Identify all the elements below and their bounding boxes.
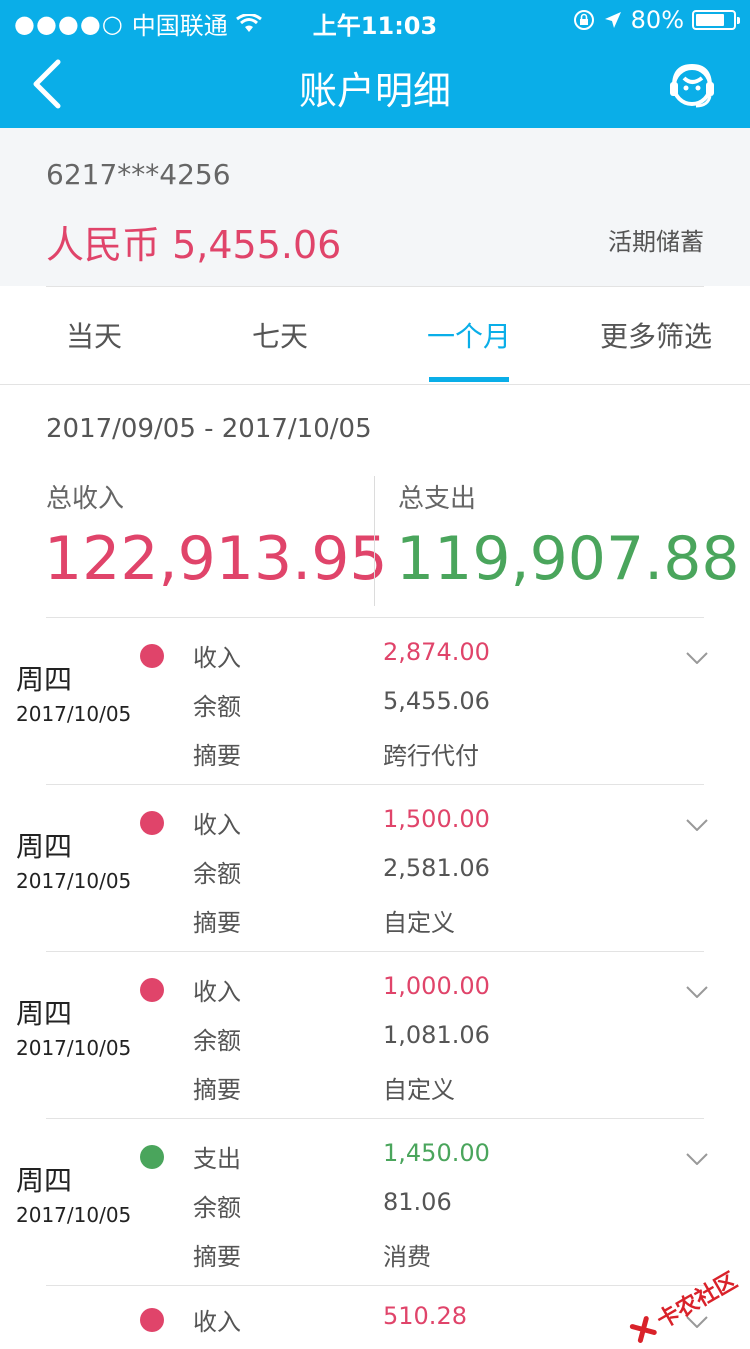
memo-label: 摘要 <box>193 909 241 937</box>
balance-label: 余额 <box>193 1027 241 1055</box>
total-income-label: 总收入 <box>46 484 125 514</box>
amount-value: 1,450.00 <box>383 1139 490 1167</box>
battery-fill <box>696 14 724 26</box>
total-income-value: 122,913.95 <box>44 524 388 594</box>
chevron-down-icon[interactable] <box>686 1153 708 1165</box>
weekday: 周四 <box>16 1164 73 1197</box>
chevron-down-icon[interactable] <box>686 652 708 664</box>
weekday: 周四 <box>16 663 73 696</box>
battery-percent: 80% <box>630 6 684 34</box>
transaction-date: 2017/10/05 <box>16 869 132 893</box>
tab-seven-days[interactable]: 七天 <box>226 315 334 355</box>
type-label: 收入 <box>193 1308 241 1336</box>
nav-bar: 账户明细 <box>0 40 750 128</box>
amount-value: 510.28 <box>383 1302 467 1330</box>
income-dot-icon <box>140 811 164 835</box>
balance-value: 81.06 <box>383 1188 452 1216</box>
active-tab-indicator <box>429 377 509 382</box>
type-label: 收入 <box>193 811 241 839</box>
amount-value: 2,874.00 <box>383 638 490 666</box>
memo-value: 消费 <box>383 1243 431 1271</box>
tab-one-month[interactable]: 一个月 <box>412 315 526 355</box>
watermark-logo-icon <box>629 1316 657 1343</box>
chevron-down-icon[interactable] <box>686 819 708 831</box>
balance-value: 5,455.06 <box>383 687 490 715</box>
battery-icon <box>692 10 740 30</box>
tab-more-filters[interactable]: 更多筛选 <box>596 315 716 355</box>
transaction-date: 2017/10/05 <box>16 1203 132 1227</box>
chevron-down-icon[interactable] <box>686 986 708 998</box>
type-label: 支出 <box>193 1145 241 1173</box>
customer-service-icon[interactable] <box>664 58 720 114</box>
income-dot-icon <box>140 644 164 668</box>
amount-value: 1,000.00 <box>383 972 490 1000</box>
account-number: 6217***4256 <box>46 158 231 191</box>
transaction-date: 2017/10/05 <box>16 1036 132 1060</box>
transaction-row[interactable]: 周四 2017/10/05 支出 1,450.00 余额 81.06 摘要 消费 <box>0 1119 750 1286</box>
account-card: 6217***4256 人民币 5,455.06 活期储蓄 <box>0 128 750 286</box>
amount-value: 1,500.00 <box>383 805 490 833</box>
page-title: 账户明细 <box>298 69 451 113</box>
expense-dot-icon <box>140 1145 164 1169</box>
memo-label: 摘要 <box>193 1243 241 1271</box>
transaction-row[interactable]: 周四 2017/10/05 收入 2,874.00 余额 5,455.06 摘要… <box>0 618 750 785</box>
income-dot-icon <box>140 1308 164 1332</box>
memo-value: 自定义 <box>383 1076 455 1104</box>
type-label: 收入 <box>193 644 241 672</box>
memo-value: 自定义 <box>383 909 455 937</box>
transaction-row[interactable]: 周四 2017/10/05 收入 1,000.00 余额 1,081.06 摘要… <box>0 952 750 1119</box>
type-label: 收入 <box>193 978 241 1006</box>
memo-label: 摘要 <box>193 742 241 770</box>
balance-value: 1,081.06 <box>383 1021 490 1049</box>
memo-value: 跨行代付 <box>383 742 479 770</box>
status-bar: ●●●●○ 中国联通 上午11:03 80% <box>0 0 750 40</box>
balance-label: 余额 <box>193 693 241 721</box>
weekday: 周四 <box>16 830 73 863</box>
date-range: 2017/09/05 - 2017/10/05 <box>46 414 372 444</box>
rotation-lock-icon <box>573 10 594 30</box>
location-arrow-icon <box>604 12 621 28</box>
income-dot-icon <box>140 978 164 1002</box>
weekday: 周四 <box>16 997 73 1030</box>
period-tabs: 当天 七天 一个月 更多筛选 <box>0 287 750 385</box>
balance-value: 2,581.06 <box>383 854 490 882</box>
total-expense-label: 总支出 <box>398 484 477 514</box>
transaction-date: 2017/10/05 <box>16 702 132 726</box>
total-expense-value: 119,907.88 <box>396 524 740 594</box>
account-type: 活期储蓄 <box>608 228 704 256</box>
balance-label: 余额 <box>193 860 241 888</box>
tab-today[interactable]: 当天 <box>40 315 148 355</box>
balance-label: 余额 <box>193 1194 241 1222</box>
summary-divider <box>374 476 375 606</box>
memo-label: 摘要 <box>193 1076 241 1104</box>
account-balance: 人民币 5,455.06 <box>46 223 342 267</box>
transaction-row[interactable]: 周四 2017/10/05 收入 1,500.00 余额 2,581.06 摘要… <box>0 785 750 952</box>
